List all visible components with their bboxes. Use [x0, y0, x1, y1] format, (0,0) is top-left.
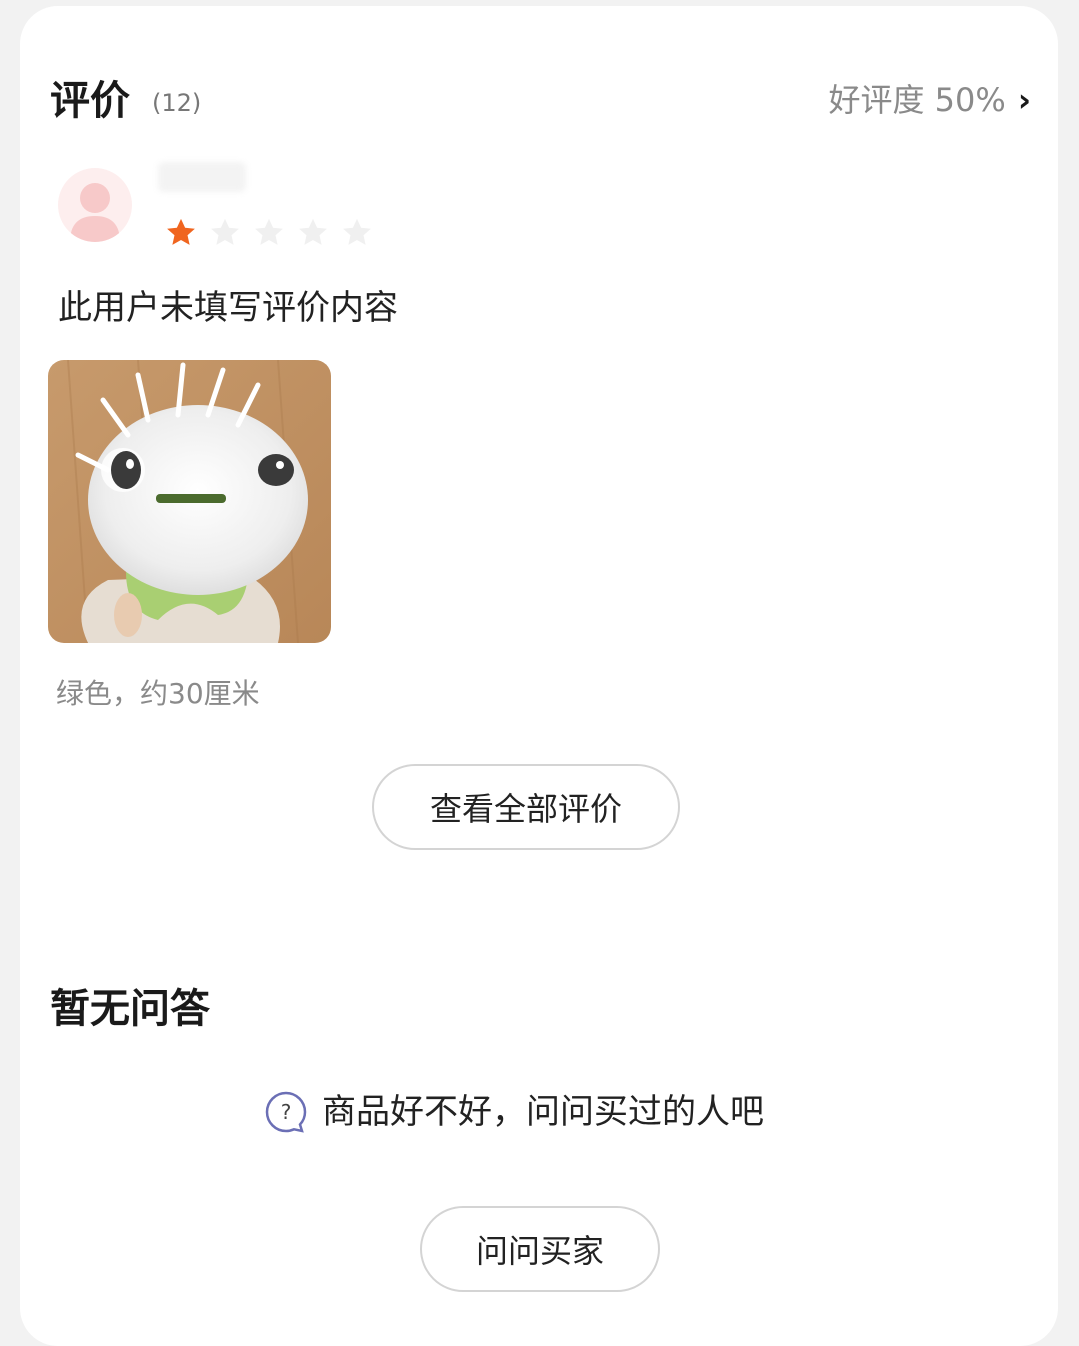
plush-toy-photo: [48, 360, 331, 643]
star-icon-empty: [208, 216, 242, 250]
view-all-reviews-button[interactable]: 查看全部评价: [372, 764, 680, 850]
avatar: [58, 168, 132, 242]
qa-title: 暂无问答: [50, 986, 210, 1032]
positive-rating-label: 好评度 50%: [828, 81, 1006, 119]
reviews-count: (12): [152, 89, 202, 117]
review-content: 此用户未填写评价内容: [58, 288, 398, 328]
user-silhouette-icon: [70, 183, 120, 242]
reviews-title: 评价: [50, 78, 130, 124]
star-rating: [164, 216, 374, 250]
qa-hint-text: 商品好不好，问问买过的人吧: [322, 1092, 764, 1132]
positive-rating-link[interactable]: 好评度 50% ›: [829, 78, 1032, 122]
svg-text:?: ?: [281, 1100, 292, 1124]
username-blurred: [158, 162, 246, 192]
review-photo[interactable]: [48, 360, 331, 643]
star-icon-filled: [164, 216, 198, 250]
question-icon: ?: [264, 1090, 308, 1134]
star-icon-empty: [340, 216, 374, 250]
qa-hint: ? 商品好不好，问问买过的人吧: [264, 1090, 764, 1134]
star-icon-empty: [252, 216, 286, 250]
chevron-right-icon: ›: [1017, 81, 1031, 119]
ask-buyers-button[interactable]: 问问买家: [420, 1206, 660, 1292]
star-icon-empty: [296, 216, 330, 250]
review-spec: 绿色，约30厘米: [56, 677, 260, 710]
